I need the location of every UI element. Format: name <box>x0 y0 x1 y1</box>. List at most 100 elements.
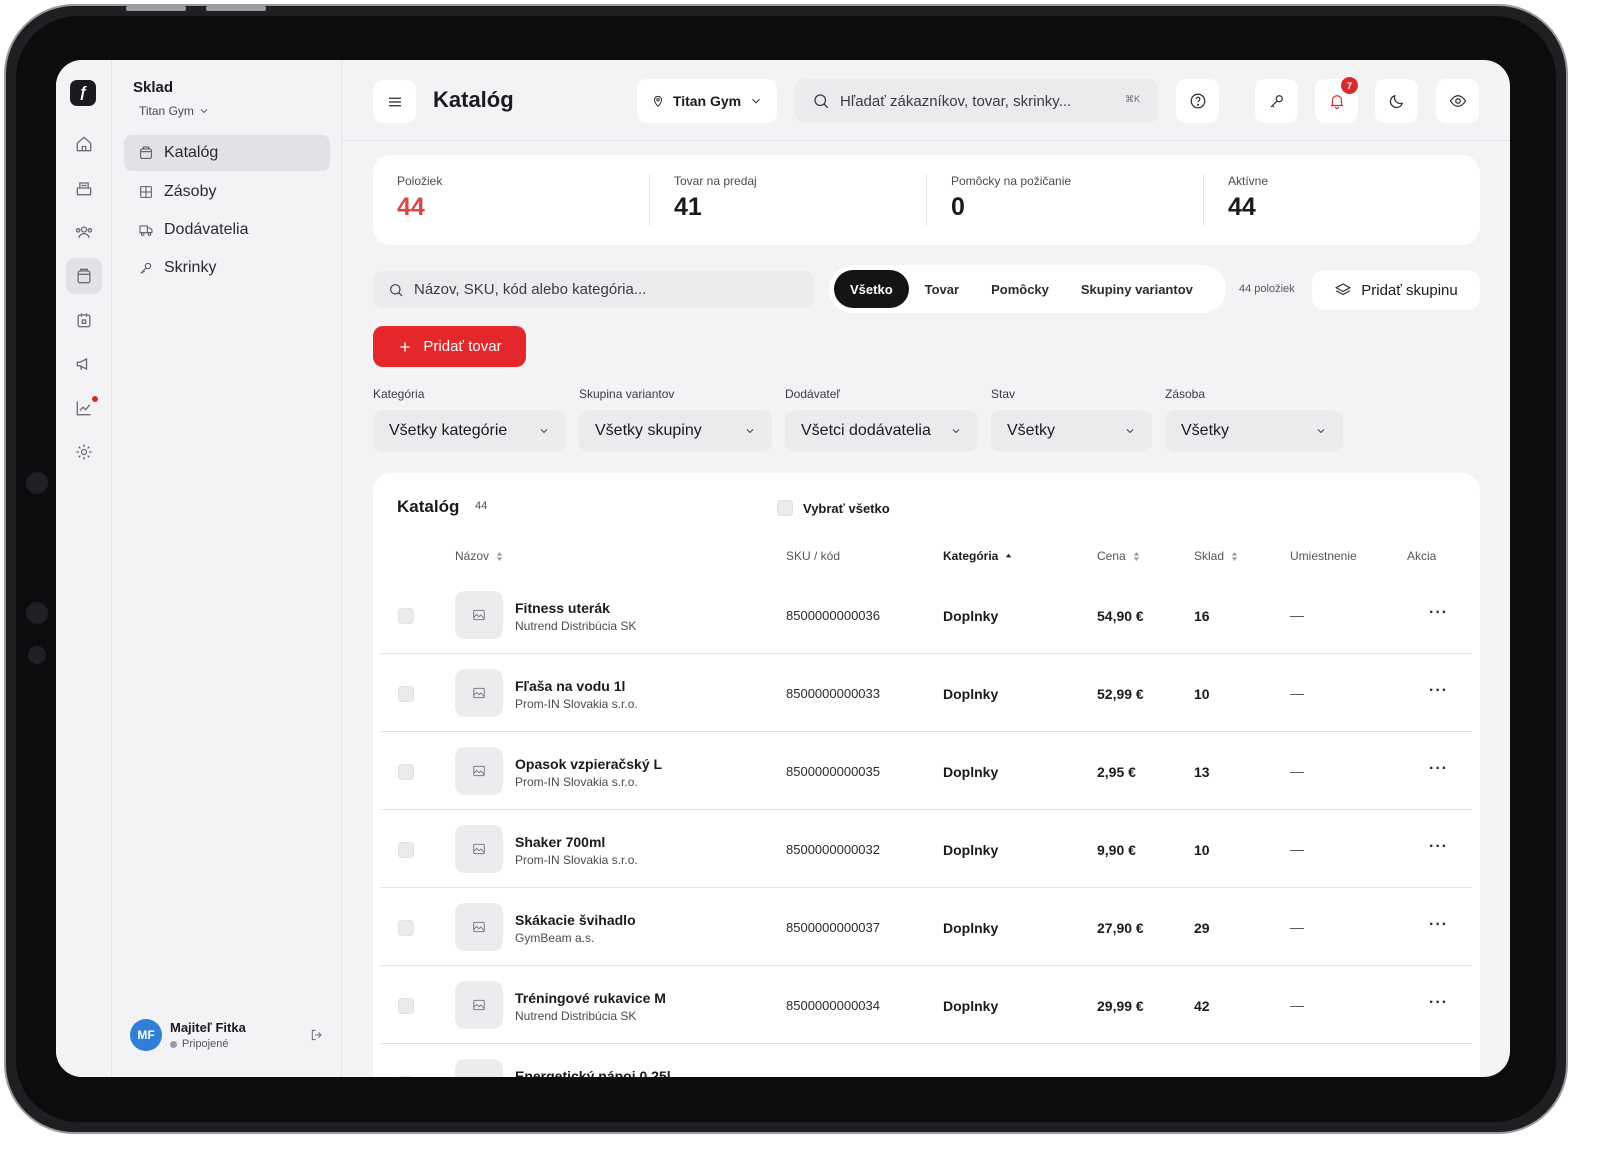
column-header-stock[interactable]: Sklad <box>1194 549 1239 563</box>
filter-category: Kategória Všetky kategórie <box>373 387 566 452</box>
table-row[interactable]: Fitness uterák Nutrend Distribúcia SK 85… <box>381 576 1472 654</box>
catalog-table-card: Katalóg 44 Vybrať všetko Názov SKU / kód… <box>373 473 1480 1077</box>
truck-icon <box>139 225 153 236</box>
row-actions-button[interactable]: ··· <box>1429 682 1448 700</box>
camera-dot <box>28 646 46 664</box>
user-card[interactable]: MF Majiteľ Fitka Pripojené <box>130 1017 325 1053</box>
tab-equipment[interactable]: Pomôcky <box>975 270 1065 308</box>
table-row[interactable]: Fľaša na vodu 1l Prom-IN Slovakia s.r.o.… <box>381 654 1472 732</box>
product-thumbnail <box>455 1059 503 1077</box>
row-checkbox[interactable] <box>398 1076 414 1077</box>
nav-item-lockers[interactable]: Skrinky <box>124 250 330 286</box>
row-checkbox[interactable] <box>398 842 414 858</box>
nav-item-label: Dodávatelia <box>164 221 249 238</box>
product-name[interactable]: Fitness uterák <box>515 600 610 616</box>
search-icon <box>814 94 829 109</box>
lockers-button[interactable] <box>1255 79 1298 123</box>
calendar-icon <box>77 313 91 328</box>
hardware-button <box>126 6 186 11</box>
table-row[interactable]: Opasok vzpieračský L Prom-IN Slovakia s.… <box>381 732 1472 810</box>
rail-members[interactable] <box>66 214 102 250</box>
row-actions-button[interactable]: ··· <box>1429 838 1448 856</box>
type-filter-tabs: Všetko Tovar Pomôcky Skupiny variantov <box>829 265 1226 313</box>
row-checkbox[interactable] <box>398 998 414 1014</box>
rail-settings[interactable] <box>66 434 102 470</box>
add-group-button[interactable]: Pridať skupinu <box>1312 270 1480 310</box>
avatar: MF <box>130 1019 162 1051</box>
product-stock: 42 <box>1194 998 1210 1014</box>
supplier-select[interactable]: Všetci dodávatelia <box>785 410 978 452</box>
product-name[interactable]: Fľaša na vodu 1l <box>515 678 625 694</box>
rail-pos[interactable] <box>66 170 102 206</box>
chevron-down-icon <box>952 429 960 434</box>
product-name[interactable]: Energetický nápoj 0,25l <box>515 1068 671 1077</box>
row-actions-button[interactable]: ··· <box>1429 760 1448 778</box>
help-button[interactable] <box>1176 79 1219 123</box>
catalog-search-input[interactable]: Názov, SKU, kód alebo kategória... <box>373 271 814 308</box>
nav-item-stock[interactable]: Zásoby <box>124 174 330 210</box>
tab-products[interactable]: Tovar <box>909 270 975 308</box>
rail-analytics[interactable] <box>66 390 102 426</box>
product-price: 9,90 € <box>1097 842 1136 858</box>
notifications-button[interactable]: 7 <box>1315 77 1358 123</box>
tab-variant-groups[interactable]: Skupiny variantov <box>1065 270 1209 308</box>
table-row[interactable]: Tréningové rukavice M Nutrend Distribúci… <box>381 966 1472 1044</box>
select-all-checkbox[interactable]: Vybrať všetko <box>777 500 890 516</box>
warehouse-icon <box>140 186 152 198</box>
nav-item-label: Zásoby <box>164 183 217 200</box>
product-name[interactable]: Opasok vzpieračský L <box>515 756 662 772</box>
row-actions-button[interactable]: ··· <box>1429 604 1448 622</box>
rail-calendar[interactable] <box>66 302 102 338</box>
column-header-location: Umiestnenie <box>1290 549 1357 563</box>
row-checkbox[interactable] <box>398 920 414 936</box>
dark-mode-button[interactable] <box>1375 79 1418 123</box>
variant-group-select[interactable]: Všetky skupiny <box>579 410 772 452</box>
chevron-down-icon <box>1317 429 1325 434</box>
column-header-category[interactable]: Kategória <box>943 549 1013 563</box>
category-select[interactable]: Všetky kategórie <box>373 410 566 452</box>
table-row[interactable]: Shaker 700ml Prom-IN Slovakia s.r.o. 850… <box>381 810 1472 888</box>
product-name[interactable]: Shaker 700ml <box>515 834 605 850</box>
chevron-down-icon <box>540 429 548 434</box>
logout-button[interactable] <box>309 1027 325 1043</box>
rail-warehouse[interactable] <box>66 258 102 294</box>
checkbox[interactable] <box>777 500 793 516</box>
row-actions-button[interactable]: ··· <box>1429 916 1448 934</box>
product-name[interactable]: Tréningové rukavice M <box>515 990 666 1006</box>
column-header-name[interactable]: Názov <box>455 549 504 563</box>
row-checkbox[interactable] <box>398 764 414 780</box>
nav-item-catalog[interactable]: Katalóg <box>124 135 330 171</box>
stock-select[interactable]: Všetky <box>1165 410 1343 452</box>
product-stock: 10 <box>1194 842 1210 858</box>
catalog-search-placeholder: Názov, SKU, kód alebo kategória... <box>414 281 647 298</box>
product-sku: 8500000000036 <box>786 608 880 623</box>
user-name: Majiteľ Fitka <box>170 1020 246 1035</box>
location-label: Titan Gym <box>139 104 194 118</box>
stats-card: Položiek 44 Tovar na predaj 41 Pomôcky n… <box>373 155 1480 245</box>
add-product-button[interactable]: Pridať tovar <box>373 326 526 367</box>
column-label: Sklad <box>1194 549 1225 563</box>
column-header-price[interactable]: Cena <box>1097 549 1141 563</box>
row-actions-button[interactable]: ··· <box>1429 994 1448 1012</box>
tab-all[interactable]: Všetko <box>834 270 909 308</box>
product-sku: 8500000000035 <box>786 764 880 779</box>
rail-marketing[interactable] <box>66 346 102 382</box>
row-checkbox[interactable] <box>398 608 414 624</box>
status-select[interactable]: Všetky <box>991 410 1152 452</box>
filter-label: Dodávateľ <box>785 387 840 401</box>
location-select[interactable]: Titan Gym <box>637 79 777 123</box>
rail-home[interactable] <box>66 126 102 162</box>
preview-button[interactable] <box>1436 79 1479 123</box>
table-row[interactable]: Skákacie švihadlo GymBeam a.s. 850000000… <box>381 888 1472 966</box>
location-switcher[interactable]: Titan Gym <box>139 104 210 118</box>
nav-item-suppliers[interactable]: Dodávatelia <box>124 212 330 248</box>
stat-label: Pomôcky na požičanie <box>951 174 1072 188</box>
global-search-input[interactable]: Hľadať zákazníkov, tovar, skrinky... ⌘K <box>795 79 1158 123</box>
product-stock: 10 <box>1194 686 1210 702</box>
menu-button[interactable] <box>373 80 416 123</box>
chevron-down-icon <box>752 98 760 104</box>
table-row[interactable]: Energetický nápoj 0,25l <box>381 1044 1472 1077</box>
column-header-action: Akcia <box>1407 549 1436 563</box>
product-name[interactable]: Skákacie švihadlo <box>515 912 636 928</box>
row-checkbox[interactable] <box>398 686 414 702</box>
